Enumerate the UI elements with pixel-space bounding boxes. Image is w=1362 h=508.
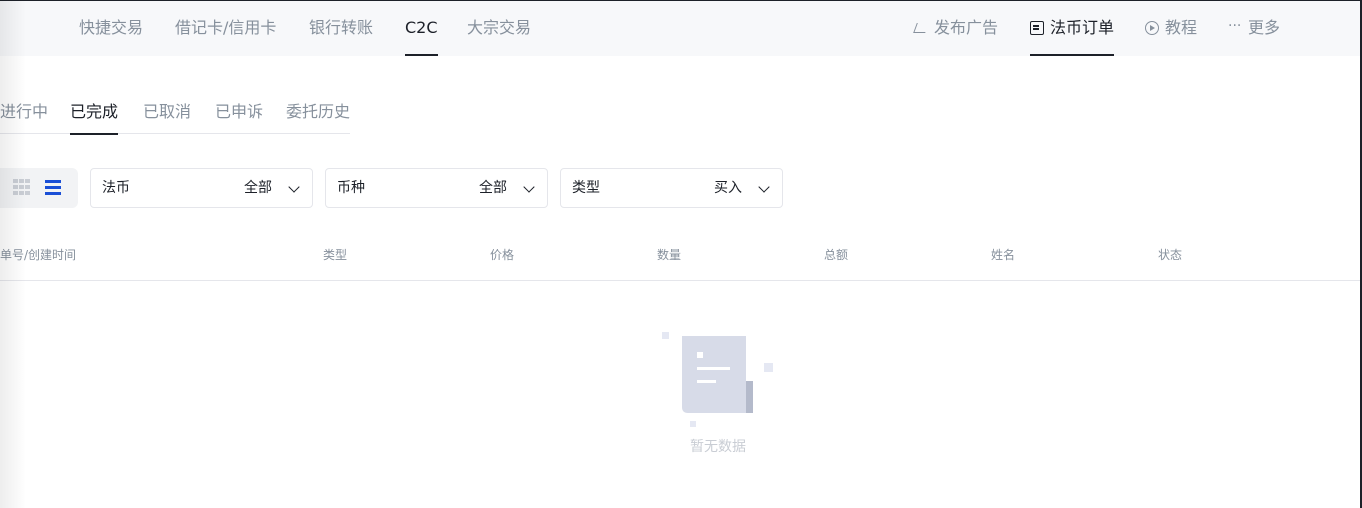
nav-block-trade[interactable]: 大宗交易 [467, 1, 531, 56]
orders-table-header: 单号/创建时间 类型 价格 数量 总额 姓名 状态 [0, 236, 1360, 281]
nav-tutorial-label: 教程 [1165, 18, 1198, 37]
empty-state-text: 暂无数据 [690, 439, 746, 455]
fiat-filter-select[interactable]: 法币 全部 [90, 168, 313, 208]
nav-post-ad[interactable]: 发布广告 [914, 1, 998, 56]
order-icon [1030, 21, 1044, 35]
grid-view-icon[interactable] [13, 178, 31, 196]
coin-filter-label: 币种 [337, 180, 365, 196]
type-filter-label: 类型 [572, 180, 600, 196]
tab-in-progress[interactable]: 进行中 [0, 92, 48, 134]
nav-quick-trade[interactable]: 快捷交易 [79, 1, 143, 56]
order-status-tabs: 进行中 已完成 已取消 已申诉 委托历史 [0, 92, 350, 135]
nav-card[interactable]: 借记卡/信用卡 [175, 1, 276, 56]
fiat-filter-value: 全部 [244, 180, 272, 196]
more-dots-icon [1228, 0, 1242, 53]
nav-more[interactable]: 更多 [1228, 0, 1281, 56]
nav-c2c[interactable]: C2C [405, 1, 438, 56]
top-navigation: 快捷交易 借记卡/信用卡 银行转账 C2C 大宗交易 发布广告 法币订单 教程 … [0, 0, 1360, 56]
nav-fiat-orders[interactable]: 法币订单 [1030, 1, 1115, 56]
nav-post-ad-label: 发布广告 [934, 18, 999, 37]
coin-filter-select[interactable]: 币种 全部 [325, 168, 548, 208]
chevron-down-icon [288, 181, 300, 193]
tab-appealed[interactable]: 已申诉 [215, 92, 263, 134]
list-view-icon[interactable] [45, 178, 63, 196]
nav-fiat-orders-label: 法币订单 [1050, 18, 1115, 37]
play-circle-icon [1145, 21, 1159, 35]
column-status: 状态 [1158, 248, 1183, 262]
column-name: 姓名 [991, 248, 1016, 262]
chevron-down-icon [523, 181, 535, 193]
tab-completed[interactable]: 已完成 [70, 92, 119, 135]
empty-document-icon [662, 332, 773, 427]
nav-more-label: 更多 [1248, 18, 1281, 37]
column-quantity: 数量 [657, 248, 682, 262]
nav-bank-transfer[interactable]: 银行转账 [309, 1, 373, 56]
send-icon [914, 21, 928, 35]
column-price: 价格 [490, 248, 515, 262]
view-toggle [0, 168, 78, 208]
coin-filter-value: 全部 [479, 180, 507, 196]
column-order-id-time: 单号/创建时间 [0, 248, 77, 262]
tab-order-history[interactable]: 委托历史 [286, 92, 350, 134]
chevron-down-icon [758, 181, 770, 193]
type-filter-value: 买入 [714, 180, 742, 196]
tab-cancelled[interactable]: 已取消 [143, 92, 191, 134]
column-total: 总额 [824, 248, 849, 262]
column-type: 类型 [323, 248, 348, 262]
fiat-filter-label: 法币 [102, 180, 130, 196]
type-filter-select[interactable]: 类型 买入 [560, 168, 783, 208]
nav-tutorial[interactable]: 教程 [1145, 1, 1197, 56]
